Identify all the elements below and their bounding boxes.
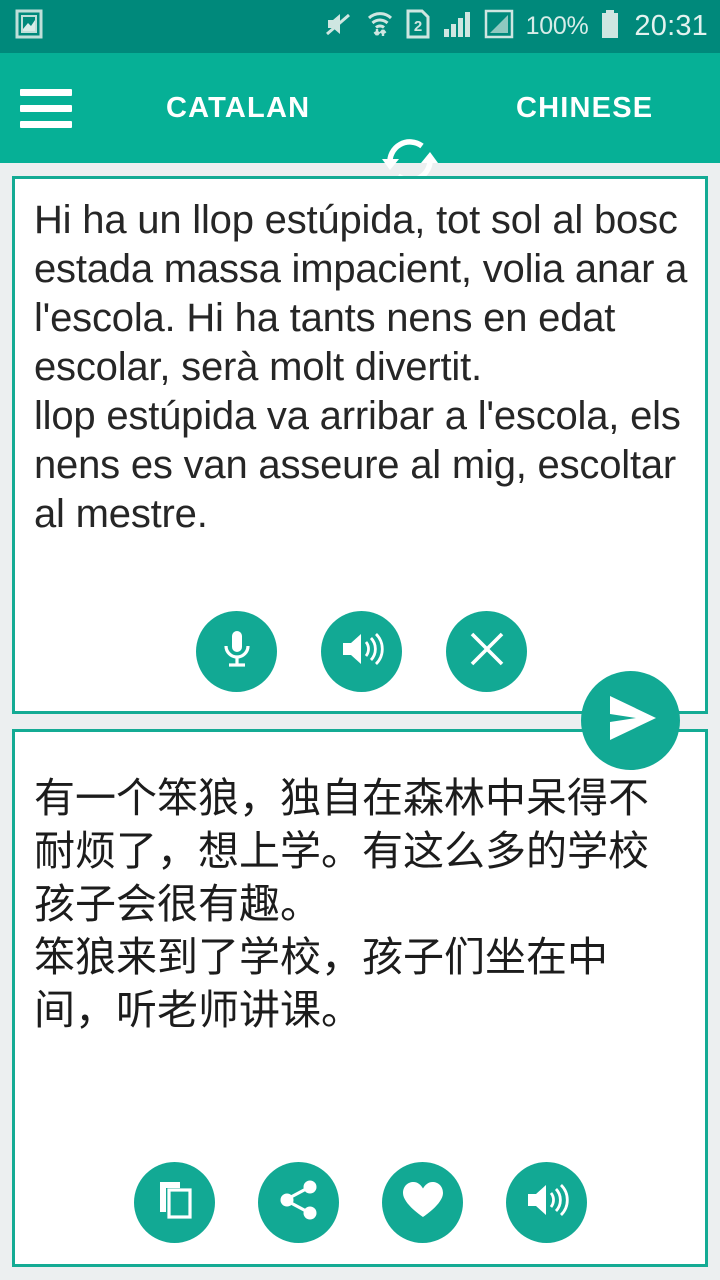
- favorite-button[interactable]: [382, 1162, 463, 1243]
- copy-button[interactable]: [134, 1162, 215, 1243]
- send-icon: [600, 689, 662, 752]
- wifi-data-icon: [366, 9, 394, 44]
- copy-icon: [154, 1178, 196, 1227]
- battery-percent-label: 100%: [525, 12, 589, 40]
- share-button[interactable]: [258, 1162, 339, 1243]
- speak-target-button[interactable]: [506, 1162, 587, 1243]
- mute-icon: [324, 9, 354, 44]
- signal-bars-icon: [442, 9, 472, 44]
- hamburger-bar: [20, 104, 72, 112]
- source-action-row: [196, 611, 527, 692]
- source-text-input[interactable]: Hi ha un llop estúpida, tot sol al bosc …: [34, 196, 689, 539]
- speak-source-button[interactable]: [321, 611, 402, 692]
- status-bar: 2 100% 20:31: [0, 0, 720, 53]
- battery-full-icon: [600, 9, 620, 44]
- clear-text-button[interactable]: [446, 611, 527, 692]
- sim-2-icon: 2: [406, 9, 430, 44]
- hamburger-bar: [20, 120, 72, 128]
- speaker-icon: [524, 1179, 570, 1226]
- microphone-button[interactable]: [196, 611, 277, 692]
- share-icon: [277, 1178, 321, 1227]
- status-bar-notifications: [14, 8, 44, 45]
- hamburger-menu-icon[interactable]: [20, 88, 72, 128]
- target-action-row: [134, 1162, 587, 1243]
- svg-text:2: 2: [414, 18, 422, 35]
- translator-app-screen: 2 100% 20:31 CATALAN CHINESE Hi ha un ll…: [0, 0, 720, 1280]
- speaker-icon: [339, 628, 385, 675]
- status-bar-clock: 20:31: [634, 10, 708, 42]
- source-language-button[interactable]: CATALAN: [166, 92, 310, 125]
- microphone-icon: [217, 626, 257, 677]
- image-icon: [14, 8, 44, 45]
- heart-icon: [400, 1179, 446, 1226]
- close-icon: [465, 627, 509, 676]
- signal-box-icon: [484, 9, 514, 44]
- translate-send-button[interactable]: [581, 671, 680, 770]
- status-bar-system-icons: 2 100% 20:31: [324, 9, 708, 44]
- hamburger-bar: [20, 88, 72, 96]
- translated-text: 有一个笨狼，独自在森林中呆得不耐烦了，想上学。有这么多的学校孩子会很有趣。 笨狼…: [34, 774, 649, 1034]
- target-language-button[interactable]: CHINESE: [516, 92, 653, 125]
- app-bar: CATALAN CHINESE: [0, 53, 720, 183]
